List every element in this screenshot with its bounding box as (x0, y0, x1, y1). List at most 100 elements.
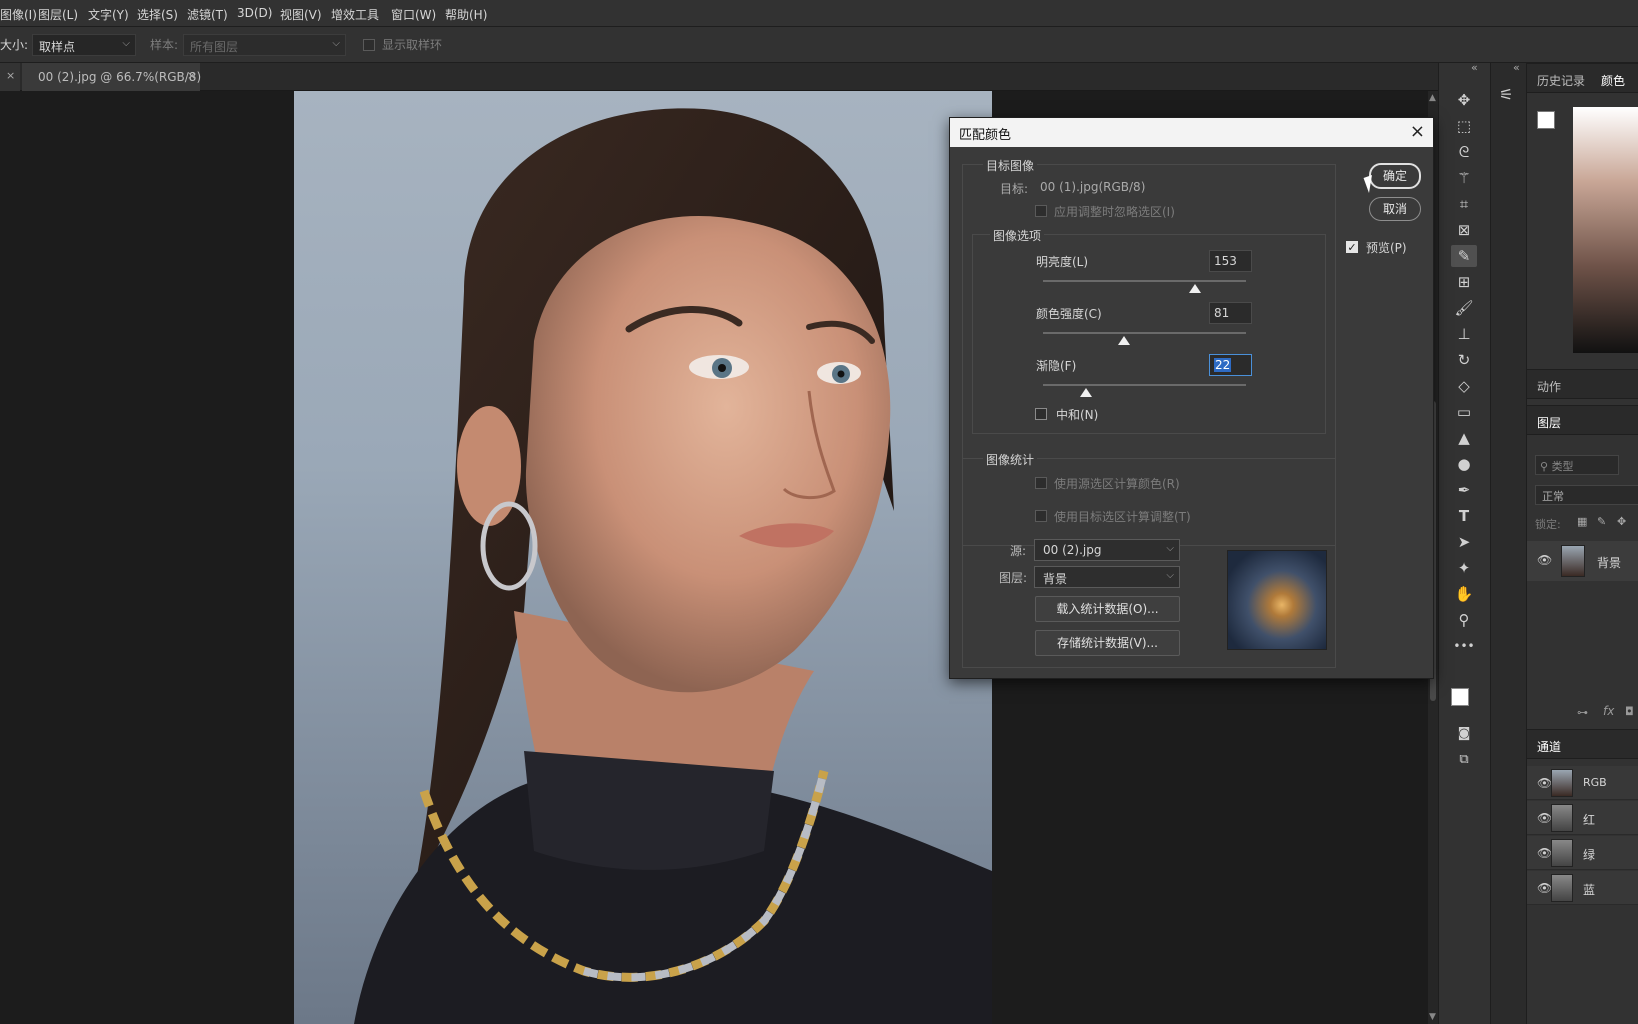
link-layers-icon[interactable]: ⊶ (1577, 706, 1588, 719)
dialog-title-bar[interactable]: 匹配颜色 × (950, 118, 1433, 147)
foreground-color-swatch[interactable] (1451, 688, 1469, 706)
menu-type[interactable]: 文字(Y) (88, 6, 129, 23)
zoom-tool-icon[interactable]: ⚲ (1451, 609, 1477, 631)
history-brush-tool-icon[interactable]: ↻ (1451, 349, 1477, 371)
menu-window[interactable]: 窗口(W) (391, 6, 436, 23)
layer-filter-field[interactable]: ⚲ 类型 (1535, 455, 1619, 475)
more-tools-icon[interactable]: ••• (1451, 635, 1477, 657)
layer-select[interactable]: 背景 ⌵ (1034, 566, 1180, 588)
eye-icon[interactable]: 👁 (1537, 881, 1552, 895)
tab-channels[interactable]: 通道 (1537, 738, 1561, 755)
lock-position-icon[interactable]: ✥ (1617, 515, 1626, 528)
use-source-selection-checkbox[interactable] (1035, 477, 1047, 489)
crop-tool-icon[interactable]: ⌗ (1451, 193, 1477, 215)
menu-filter[interactable]: 滤镜(T) (187, 6, 228, 23)
blend-mode-select[interactable]: 正常 (1535, 485, 1638, 505)
source-select[interactable]: 00 (2).jpg ⌵ (1034, 539, 1180, 561)
lock-transparent-icon[interactable]: ▦ (1577, 515, 1587, 528)
close-icon[interactable]: × (1410, 121, 1425, 142)
clone-stamp-tool-icon[interactable]: ⊥ (1451, 323, 1477, 345)
color-picker-field[interactable] (1573, 107, 1638, 353)
lock-image-icon[interactable]: ✎ (1597, 515, 1606, 528)
channel-row-rgb[interactable]: 👁 RGB (1527, 766, 1638, 800)
tab-actions[interactable]: 动作 (1537, 378, 1561, 395)
intensity-input[interactable]: 81 (1209, 302, 1252, 324)
portrait-image (354, 108, 992, 1024)
tools-bar: « ✥ ⬚ ᘓ ⚚ ⌗ ⊠ ✎ ⊞ 🖌 ⊥ ↻ ◇ ▭ ▲ ● ✒ T ➤ ✦ … (1438, 61, 1490, 1024)
channel-row-red[interactable]: 👁 红 (1527, 801, 1638, 835)
frame-tool-icon[interactable]: ⊠ (1451, 219, 1477, 241)
blur-tool-icon[interactable]: ▲ (1451, 427, 1477, 449)
properties-panel-icon[interactable]: ⚟ (1499, 85, 1513, 104)
screen-mode-icon[interactable]: ⧉ (1451, 749, 1477, 771)
eraser-tool-icon[interactable]: ◇ (1451, 375, 1477, 397)
panel-foreground-swatch[interactable] (1537, 111, 1555, 129)
custom-shape-tool-icon[interactable]: ✦ (1451, 557, 1477, 579)
intensity-slider-track[interactable] (1043, 332, 1246, 334)
document-image[interactable] (294, 91, 992, 1024)
menu-help[interactable]: 帮助(H) (445, 6, 487, 23)
fx-icon[interactable]: fx (1603, 704, 1614, 718)
hand-tool-icon[interactable]: ✋ (1451, 583, 1477, 605)
lasso-tool-icon[interactable]: ᘓ (1451, 141, 1477, 163)
cancel-button[interactable]: 取消 (1369, 197, 1421, 221)
use-target-selection-checkbox[interactable] (1035, 510, 1047, 522)
luminance-input[interactable]: 153 (1209, 250, 1252, 272)
previous-tab[interactable]: × (0, 63, 20, 91)
ignore-selection-checkbox[interactable] (1035, 205, 1047, 217)
magic-wand-tool-icon[interactable]: ⚚ (1451, 167, 1477, 189)
close-icon[interactable]: × (187, 69, 196, 82)
load-statistics-button[interactable]: 载入统计数据(O)... (1035, 596, 1180, 622)
channel-thumbnail (1551, 804, 1573, 832)
quick-mask-icon[interactable]: ◙ (1451, 723, 1477, 745)
sample-size-select[interactable]: 取样点 ⌵ (32, 34, 136, 56)
luminance-slider-handle[interactable] (1189, 284, 1202, 293)
preview-checkbox[interactable]: ✓ (1346, 241, 1358, 253)
menu-image[interactable]: 图像(I) (0, 6, 37, 23)
move-tool-icon[interactable]: ✥ (1451, 89, 1477, 111)
dodge-tool-icon[interactable]: ● (1451, 453, 1477, 475)
type-tool-icon[interactable]: T (1451, 505, 1477, 527)
luminance-slider-track[interactable] (1043, 280, 1246, 282)
collapse-icon[interactable]: « (1471, 61, 1478, 74)
close-icon[interactable]: × (6, 69, 15, 82)
show-ring-checkbox[interactable] (363, 39, 375, 51)
tab-layers[interactable]: 图层 (1537, 414, 1561, 431)
fade-slider-handle[interactable] (1079, 388, 1092, 397)
tab-color[interactable]: 颜色 (1601, 72, 1625, 89)
neutralize-checkbox[interactable] (1035, 408, 1047, 420)
tab-history[interactable]: 历史记录 (1537, 72, 1585, 89)
scroll-down-icon[interactable]: ▼ (1429, 1012, 1436, 1022)
intensity-slider-handle[interactable] (1118, 336, 1131, 345)
sample-select[interactable]: 所有图层 ⌵ (183, 34, 346, 56)
eye-icon[interactable]: 👁 (1537, 553, 1552, 567)
fade-input[interactable]: 22 (1209, 354, 1252, 376)
healing-brush-tool-icon[interactable]: ⊞ (1451, 271, 1477, 293)
ok-button[interactable]: 确定 (1369, 163, 1421, 189)
scroll-up-icon[interactable]: ▲ (1429, 93, 1436, 103)
menu-plugins[interactable]: 增效工具 (331, 6, 379, 23)
channel-row-blue[interactable]: 👁 蓝 (1527, 871, 1638, 905)
eyedropper-tool-icon[interactable]: ✎ (1451, 245, 1477, 267)
menu-layer[interactable]: 图层(L) (38, 6, 78, 23)
marquee-tool-icon[interactable]: ⬚ (1451, 115, 1477, 137)
eye-icon[interactable]: 👁 (1537, 776, 1552, 790)
pen-tool-icon[interactable]: ✒ (1451, 479, 1477, 501)
brush-tool-icon[interactable]: 🖌 (1451, 297, 1477, 319)
channel-row-green[interactable]: 👁 绿 (1527, 836, 1638, 870)
ignore-selection-label: 应用调整时忽略选区(I) (1054, 205, 1175, 219)
document-tab[interactable]: 00 (2).jpg @ 66.7%(RGB/8) × (22, 63, 201, 91)
eye-icon[interactable]: 👁 (1537, 846, 1552, 860)
layer-row-background[interactable]: 👁 背景 (1527, 541, 1638, 581)
menu-view[interactable]: 视图(V) (280, 6, 322, 23)
options-bar: 大小: 取样点 ⌵ 样本: 所有图层 ⌵ 显示取样环 (0, 27, 1638, 63)
save-statistics-button[interactable]: 存储统计数据(V)... (1035, 630, 1180, 656)
path-selection-tool-icon[interactable]: ➤ (1451, 531, 1477, 553)
eye-icon[interactable]: 👁 (1537, 811, 1552, 825)
fade-slider-track[interactable] (1043, 384, 1246, 386)
gradient-tool-icon[interactable]: ▭ (1451, 401, 1477, 423)
menu-select[interactable]: 选择(S) (137, 6, 178, 23)
menu-3d[interactable]: 3D(D) (237, 6, 272, 20)
collapse-icon[interactable]: « (1513, 61, 1520, 74)
add-mask-icon[interactable]: ◘ (1625, 705, 1634, 718)
